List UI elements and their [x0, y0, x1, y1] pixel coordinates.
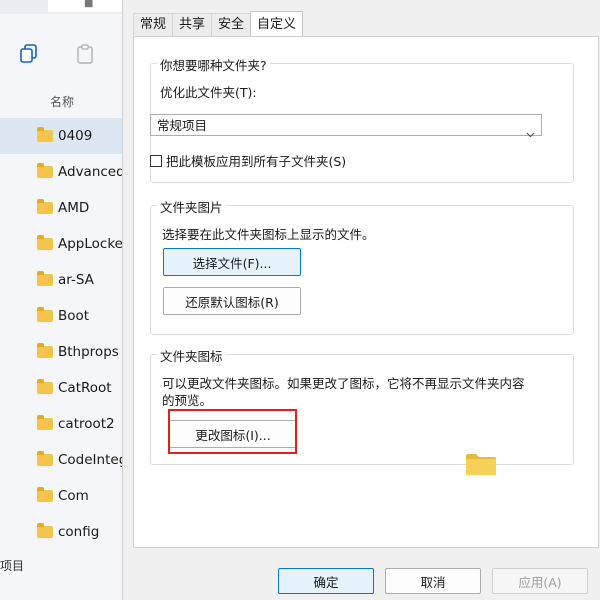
- folder-picture-description: 选择要在此文件夹图标上显示的文件。: [162, 227, 375, 242]
- choose-file-button[interactable]: 选择文件(F)...: [163, 248, 301, 276]
- folder-icon: [37, 343, 53, 358]
- file-row[interactable]: 0409: [0, 118, 130, 154]
- file-list: 0409 Advanced AMD AppLocke ar-SA Boot Bt…: [0, 118, 130, 550]
- group-title: 文件夹图片: [157, 197, 226, 216]
- apply-button[interactable]: 应用(A): [492, 568, 588, 594]
- file-name: AppLocke: [58, 236, 123, 252]
- column-header-name[interactable]: 名称: [50, 93, 74, 110]
- tab-general[interactable]: 常规: [133, 13, 174, 36]
- file-row[interactable]: config: [0, 514, 130, 550]
- tab-customize[interactable]: 自定义: [250, 11, 304, 36]
- chevron-down-icon: [526, 123, 535, 145]
- folder-icon-description-line2: 的预览。: [162, 393, 213, 408]
- folder-preview-icon: [466, 454, 496, 475]
- tab-sharing[interactable]: 共享: [172, 13, 213, 36]
- file-name: Boot: [58, 308, 90, 324]
- apply-template-checkbox-row[interactable]: 把此模板应用到所有子文件夹(S): [150, 151, 346, 170]
- file-name: config: [58, 524, 100, 540]
- tab-security[interactable]: 安全: [211, 13, 252, 36]
- folder-icon: [37, 523, 53, 538]
- file-row[interactable]: CodeInteg: [0, 442, 130, 478]
- file-row[interactable]: Bthprops: [0, 334, 130, 370]
- group-title: 你想要哪种文件夹?: [157, 55, 270, 74]
- file-row[interactable]: catroot2: [0, 406, 130, 442]
- file-name: Com: [58, 488, 89, 504]
- file-name: CodeInteg: [58, 452, 128, 468]
- file-name: Advanced: [58, 164, 125, 180]
- file-name: ar-SA: [58, 272, 94, 288]
- change-icon-button[interactable]: 更改图标(I)...: [169, 420, 297, 448]
- folder-icon-description-line1: 可以更改文件夹图标。如果更改了图标，它将不再显示文件夹内容: [162, 376, 525, 391]
- folder-properties-dialog: 常规 共享 安全 自定义 你想要哪种文件夹? 优化此文件夹(T): 常规项目 把…: [122, 0, 600, 600]
- folder-icon: [37, 487, 53, 502]
- select-value: 常规项目: [157, 118, 208, 133]
- apply-template-label: 把此模板应用到所有子文件夹(S): [166, 154, 347, 169]
- folder-icon: [37, 271, 53, 286]
- file-row[interactable]: AMD: [0, 190, 130, 226]
- folder-icon: [37, 307, 53, 322]
- file-name: catroot2: [58, 416, 115, 432]
- file-row[interactable]: CatRoot: [0, 370, 130, 406]
- file-row[interactable]: AppLocke: [0, 226, 130, 262]
- folder-icon-group: 文件夹图标: [150, 346, 574, 465]
- file-row[interactable]: Advanced: [0, 154, 130, 190]
- file-name: CatRoot: [58, 380, 112, 396]
- folder-icon: [37, 127, 53, 142]
- folder-icon: [37, 415, 53, 430]
- cancel-button[interactable]: 取消: [385, 568, 481, 594]
- ok-button[interactable]: 确定: [278, 568, 374, 594]
- dialog-tabs: 常规 共享 安全 自定义: [133, 11, 304, 37]
- group-title: 文件夹图标: [157, 346, 226, 365]
- explorer-tab-bar: ■: [0, 0, 140, 14]
- folder-icon: [37, 163, 53, 178]
- file-name: Bthprops: [58, 344, 119, 360]
- apply-template-checkbox[interactable]: [150, 154, 162, 167]
- optimize-label: 优化此文件夹(T):: [160, 85, 257, 100]
- copy-icon[interactable]: [20, 44, 38, 64]
- folder-icon: [37, 379, 53, 394]
- tab-favicon-icon: ■: [84, 0, 94, 9]
- file-row[interactable]: Boot: [0, 298, 130, 334]
- file-row[interactable]: ar-SA: [0, 262, 130, 298]
- folder-icon: [37, 235, 53, 250]
- status-bar-text: 项目: [0, 559, 25, 573]
- paste-icon[interactable]: [76, 44, 94, 64]
- restore-default-icon-button[interactable]: 还原默认图标(R): [163, 287, 301, 315]
- file-row[interactable]: Com: [0, 478, 130, 514]
- optimize-folder-select[interactable]: 常规项目: [150, 114, 542, 138]
- file-name: 0409: [58, 128, 93, 144]
- file-name: AMD: [58, 200, 90, 216]
- folder-icon: [37, 199, 53, 214]
- folder-icon: [37, 451, 53, 466]
